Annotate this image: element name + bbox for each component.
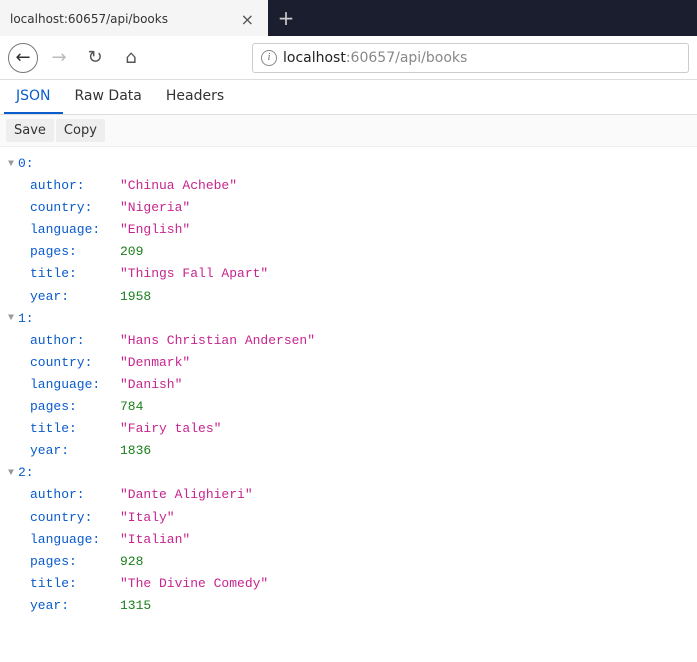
json-key: year:: [30, 595, 120, 617]
toolbar: ← → ↻ ⌂ i localhost:60657/api/books: [0, 36, 697, 80]
json-value: "Danish": [120, 374, 182, 396]
browser-tab[interactable]: localhost:60657/api/books ×: [0, 0, 268, 36]
info-icon[interactable]: i: [261, 50, 277, 66]
json-key: title:: [30, 418, 120, 440]
json-value: "Hans Christian Andersen": [120, 330, 315, 352]
json-value: "Chinua Achebe": [120, 175, 237, 197]
json-key: language:: [30, 529, 120, 551]
forward-button[interactable]: →: [44, 43, 74, 73]
json-value: "Fairy tales": [120, 418, 221, 440]
home-button[interactable]: ⌂: [116, 43, 146, 73]
json-key: language:: [30, 374, 120, 396]
json-value: 209: [120, 241, 143, 263]
json-key: pages:: [30, 241, 120, 263]
json-index: 0:: [18, 153, 34, 175]
json-value: "Dante Alighieri": [120, 484, 253, 506]
json-value: "Things Fall Apart": [120, 263, 268, 285]
tab-title: localhost:60657/api/books: [10, 12, 237, 26]
url-host: localhost: [283, 50, 346, 66]
titlebar: localhost:60657/api/books × +: [0, 0, 697, 36]
view-tabs: JSON Raw Data Headers: [0, 80, 697, 115]
tab-json[interactable]: JSON: [4, 80, 63, 114]
json-index: 1:: [18, 308, 34, 330]
json-key: title:: [30, 263, 120, 285]
json-key: language:: [30, 219, 120, 241]
json-entry: ▼ 2: author:"Dante Alighieri" country:"I…: [8, 462, 689, 617]
back-button[interactable]: ←: [8, 43, 38, 73]
json-view: ▼ 0: author:"Chinua Achebe" country:"Nig…: [0, 147, 697, 623]
close-icon[interactable]: ×: [237, 10, 258, 29]
json-value: 1836: [120, 440, 151, 462]
tab-headers[interactable]: Headers: [154, 80, 236, 114]
json-key: year:: [30, 440, 120, 462]
tab-raw-data[interactable]: Raw Data: [63, 80, 154, 114]
save-button[interactable]: Save: [6, 119, 54, 142]
json-key: author:: [30, 175, 120, 197]
reload-button[interactable]: ↻: [80, 43, 110, 73]
copy-button[interactable]: Copy: [56, 119, 105, 142]
json-value: "The Divine Comedy": [120, 573, 268, 595]
url-text: localhost:60657/api/books: [283, 50, 467, 66]
json-key: pages:: [30, 396, 120, 418]
json-value: 1958: [120, 286, 151, 308]
chevron-down-icon[interactable]: ▼: [8, 156, 18, 173]
json-index-row[interactable]: ▼ 2:: [8, 462, 689, 484]
url-bar[interactable]: i localhost:60657/api/books: [252, 43, 689, 73]
json-key: country:: [30, 352, 120, 374]
json-index-row[interactable]: ▼ 0:: [8, 153, 689, 175]
json-key: author:: [30, 484, 120, 506]
action-bar: Save Copy: [0, 115, 697, 147]
json-value: 1315: [120, 595, 151, 617]
json-key: title:: [30, 573, 120, 595]
json-entry: ▼ 0: author:"Chinua Achebe" country:"Nig…: [8, 153, 689, 308]
json-value: "Italian": [120, 529, 190, 551]
json-value: "English": [120, 219, 190, 241]
json-key: pages:: [30, 551, 120, 573]
json-key: country:: [30, 197, 120, 219]
json-value: "Nigeria": [120, 197, 190, 219]
json-value: 928: [120, 551, 143, 573]
json-index: 2:: [18, 462, 34, 484]
chevron-down-icon[interactable]: ▼: [8, 465, 18, 482]
new-tab-button[interactable]: +: [268, 0, 304, 36]
chevron-down-icon[interactable]: ▼: [8, 310, 18, 327]
url-rest: :60657/api/books: [346, 50, 467, 66]
json-key: year:: [30, 286, 120, 308]
json-index-row[interactable]: ▼ 1:: [8, 308, 689, 330]
json-value: 784: [120, 396, 143, 418]
json-entry: ▼ 1: author:"Hans Christian Andersen" co…: [8, 308, 689, 463]
json-value: "Denmark": [120, 352, 190, 374]
json-value: "Italy": [120, 507, 175, 529]
json-key: author:: [30, 330, 120, 352]
json-key: country:: [30, 507, 120, 529]
